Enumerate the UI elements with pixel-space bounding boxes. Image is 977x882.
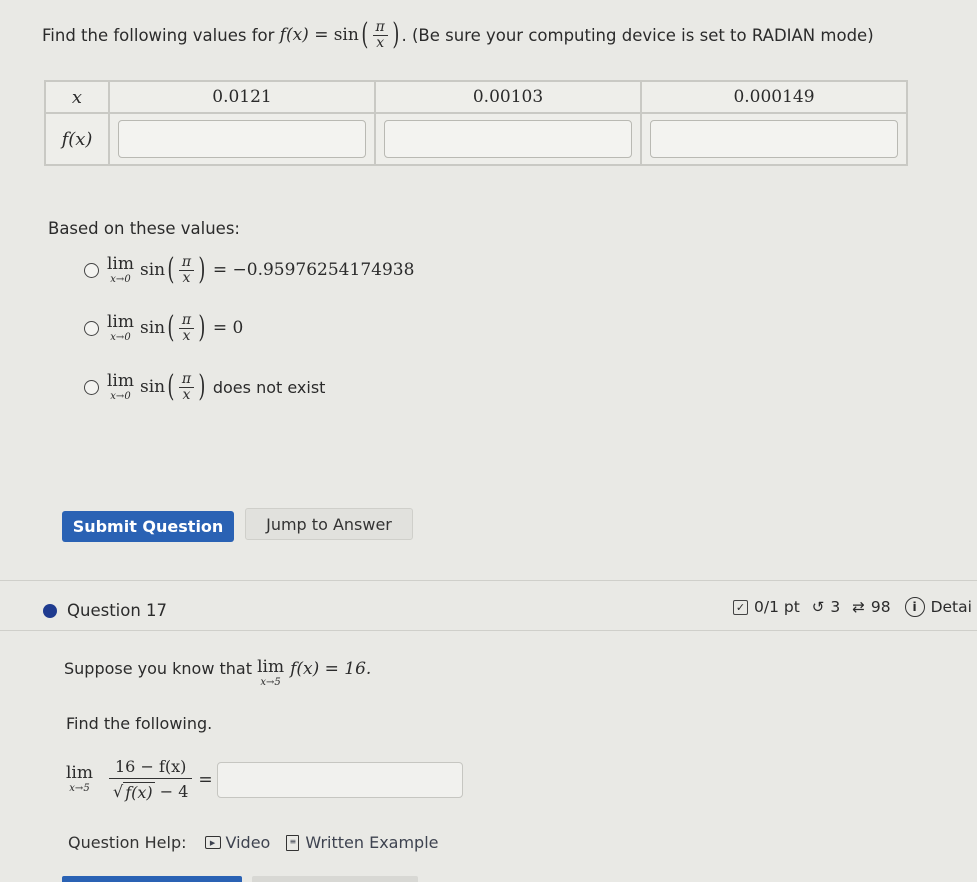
jump-to-answer-button[interactable]: Jump to Answer — [245, 508, 413, 540]
submit-button-partial[interactable] — [62, 876, 242, 882]
x-value-2: 0.00103 — [374, 80, 642, 114]
limit-notation: lim x→0 — [107, 311, 134, 343]
video-icon: ▶ — [204, 836, 221, 849]
limit-expression: lim x→5 16 − f(x) √ f(x) − 4 = — [66, 757, 463, 802]
question-title: Question 17 — [67, 601, 168, 620]
attempts-icon: ⇄ — [852, 598, 865, 616]
based-on-label: Based on these values: — [48, 219, 240, 238]
secondary-button-partial[interactable] — [252, 876, 418, 882]
limit-fraction: 16 − f(x) √ f(x) − 4 — [109, 757, 193, 802]
submit-question-button[interactable]: Submit Question — [62, 511, 234, 542]
score-text: 0/1 pt — [754, 598, 800, 616]
help-label: Question Help: — [68, 833, 187, 852]
video-link[interactable]: ▶ Video — [204, 833, 270, 852]
option-2[interactable]: lim x→0 sin ( πx ) = 0 — [84, 313, 243, 343]
prompt-lead: Find the following values for — [42, 25, 275, 45]
option-3[interactable]: lim x→0 sin ( πx ) does not exist — [84, 372, 325, 402]
fx-input-1[interactable] — [118, 120, 366, 158]
fx-input-2[interactable] — [384, 120, 632, 158]
radio-button[interactable] — [84, 379, 99, 395]
checkbox-score-icon: ✓ — [733, 599, 748, 615]
divider — [0, 630, 977, 631]
divider — [0, 580, 977, 581]
suppose-statement: Suppose you know that lim x→5 f(x) = 16. — [64, 657, 372, 688]
function-fraction: π x — [372, 20, 388, 50]
limit-notation: lim x→5 — [257, 657, 285, 688]
answer-input[interactable] — [216, 761, 463, 798]
retries-count: 3 — [830, 598, 841, 616]
question-meta: ✓ 0/1 pt ↺ 3 ⇄ 98 i Detai — [733, 597, 972, 617]
function-name: sin — [333, 25, 359, 46]
fx-input-3[interactable] — [650, 120, 898, 158]
fx-row-label: f(x) — [44, 112, 110, 166]
values-table: x 0.0121 0.00103 0.000149 f(x) — [44, 80, 908, 166]
info-icon[interactable]: i — [904, 597, 925, 617]
details-link[interactable]: Detai — [931, 598, 972, 616]
option-2-text: = 0 — [212, 318, 244, 339]
written-example-link[interactable]: ≡ Written Example — [286, 833, 439, 852]
x-row-label: x — [44, 80, 110, 114]
limit-notation: lim x→5 — [66, 763, 93, 794]
document-icon: ≡ — [286, 834, 300, 851]
retry-icon: ↺ — [811, 598, 825, 616]
option-3-text: does not exist — [212, 377, 326, 397]
x-row: x 0.0121 0.00103 0.000149 — [44, 80, 908, 114]
prompt-trail: . (Be sure your computing device is set … — [401, 25, 874, 45]
radio-button[interactable] — [84, 320, 99, 336]
attempts-count: 98 — [870, 598, 891, 616]
find-following-label: Find the following. — [66, 714, 213, 733]
limit-notation: lim x→0 — [107, 253, 134, 285]
radio-button[interactable] — [84, 262, 99, 278]
x-value-3: 0.000149 — [640, 80, 908, 114]
option-1[interactable]: lim x→0 sin ( πx ) = −0.95976254174938 — [84, 255, 414, 285]
question-help: Question Help: ▶ Video ≡ Written Example — [68, 833, 439, 852]
question-status-dot — [43, 604, 57, 618]
x-value-1: 0.0121 — [108, 80, 376, 114]
option-1-text: = −0.95976254174938 — [212, 260, 415, 281]
limit-notation: lim x→0 — [107, 370, 134, 402]
function-lhs: f(x) = — [279, 25, 329, 46]
fx-row: f(x) — [44, 112, 908, 166]
question-prompt: Find the following values for f(x) = sin… — [42, 17, 874, 53]
